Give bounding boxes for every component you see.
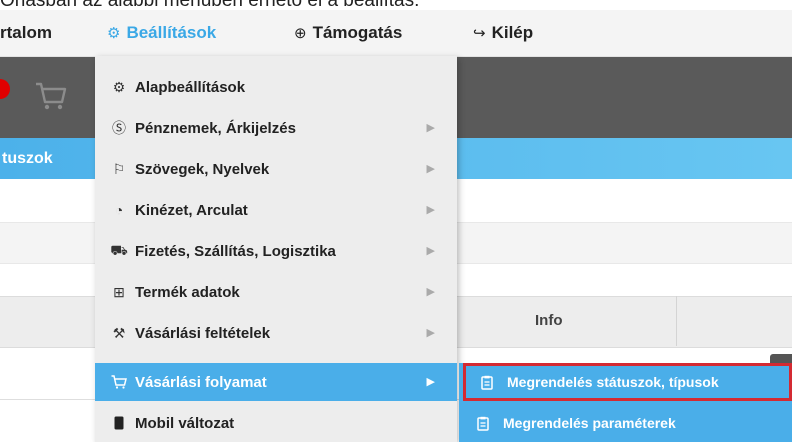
menu-item-label: Alapbeállítások xyxy=(135,78,246,96)
menu-item-label: Termék adatok xyxy=(135,283,240,301)
purchase-process-submenu: Megrendelés státuszok, típusok Megrendel… xyxy=(459,363,792,442)
nav-label: Beállítások xyxy=(126,23,217,42)
nav-item-beallitasok[interactable]: ⚙ Beállítások xyxy=(107,10,216,56)
menu-item-vasarlasi-folyamat[interactable]: Vásárlási folyamat ▶ xyxy=(95,363,457,401)
menu-item-label: Vásárlási folyamat xyxy=(135,373,267,391)
currency-icon: Ⓢ xyxy=(112,120,126,136)
menu-item-fizetes[interactable]: ⛟ Fizetés, Szállítás, Logisztika ▶ xyxy=(95,232,457,270)
truck-icon: ⛟ xyxy=(110,241,128,258)
clipboard-icon xyxy=(477,416,493,431)
lifebuoy-icon: ⊕ xyxy=(294,25,307,42)
status-tab-label[interactable]: tuszok xyxy=(2,138,53,179)
menu-item-label: Pénznemek, Árkijelzés xyxy=(135,119,296,137)
cart-icon xyxy=(111,375,127,389)
chevron-right-icon: ▶ xyxy=(426,122,435,134)
menu-item-label: Fizetés, Szállítás, Logisztika xyxy=(135,242,336,260)
chevron-right-icon: ▶ xyxy=(426,327,435,339)
settings-dropdown-menu: ⚙ Alapbeállítások Ⓢ Pénznemek, Árkijelzé… xyxy=(95,56,457,442)
chevron-right-icon: ▶ xyxy=(426,376,435,388)
menu-item-label: Szövegek, Nyelvek xyxy=(135,160,270,178)
nav-item-tartalom[interactable]: rtalom xyxy=(0,10,52,56)
menu-item-mobil-valtozat[interactable]: Mobil változat xyxy=(95,404,457,442)
chevron-right-icon: ▶ xyxy=(426,204,435,216)
chevron-right-icon: ▶ xyxy=(426,163,435,175)
gavel-icon: ⚒ xyxy=(112,324,126,341)
menu-item-label: Vásárlási feltételek xyxy=(135,324,271,342)
menu-item-vasarlasi-feltetelek[interactable]: ⚒ Vásárlási feltételek ▶ xyxy=(95,314,457,352)
mobile-icon xyxy=(111,416,127,430)
menu-item-penznemek[interactable]: Ⓢ Pénznemek, Árkijelzés ▶ xyxy=(95,109,457,147)
logout-icon: ↪ xyxy=(473,25,486,42)
menu-item-alapbeallitasok[interactable]: ⚙ Alapbeállítások xyxy=(95,68,457,106)
menu-item-szovegek[interactable]: ⚐ Szövegek, Nyelvek ▶ xyxy=(95,150,457,188)
nav-item-kilep[interactable]: ↪ Kilép xyxy=(473,10,533,56)
nav-label: rtalom xyxy=(0,23,52,42)
nav-item-tamogatas[interactable]: ⊕ Támogatás xyxy=(294,10,402,56)
submenu-item-megrendeles-statuszok[interactable]: Megrendelés státuszok, típusok xyxy=(463,363,792,401)
submenu-item-label: Megrendelés paraméterek xyxy=(503,415,676,431)
page-caption: Ónásban az alábbi menüben érhető el a be… xyxy=(0,0,792,10)
gears-icon: ⚙ xyxy=(112,78,126,95)
menu-item-label: Mobil változat xyxy=(135,414,235,432)
submenu-item-label: Megrendelés státuszok, típusok xyxy=(507,374,719,390)
gift-icon: ⊞ xyxy=(113,283,125,300)
nav-label: Kilép xyxy=(491,23,534,42)
chevron-right-icon: ▶ xyxy=(426,245,435,257)
flag-icon: ⚐ xyxy=(112,160,126,177)
chevron-right-icon: ▶ xyxy=(426,286,435,298)
column-divider xyxy=(676,296,677,346)
nav-label: Támogatás xyxy=(312,23,403,42)
menu-item-termek-adatok[interactable]: ⊞ Termék adatok ▶ xyxy=(95,273,457,311)
clipboard-icon xyxy=(481,375,497,390)
menu-item-kinezet[interactable]: ◔ Kinézet, Arculat ▶ xyxy=(95,191,457,229)
gear-icon: ⚙ xyxy=(107,25,121,42)
top-navigation: rtalom ⚙ Beállítások ⊕ Támogatás ↪ Kilép xyxy=(0,10,792,57)
cart-icon[interactable] xyxy=(34,78,68,112)
palette-icon: ◔ xyxy=(114,202,124,218)
submenu-item-megrendeles-parameterek[interactable]: Megrendelés paraméterek xyxy=(459,404,792,442)
column-header-info[interactable]: Info xyxy=(535,296,563,346)
menu-item-label: Kinézet, Arculat xyxy=(135,201,248,219)
